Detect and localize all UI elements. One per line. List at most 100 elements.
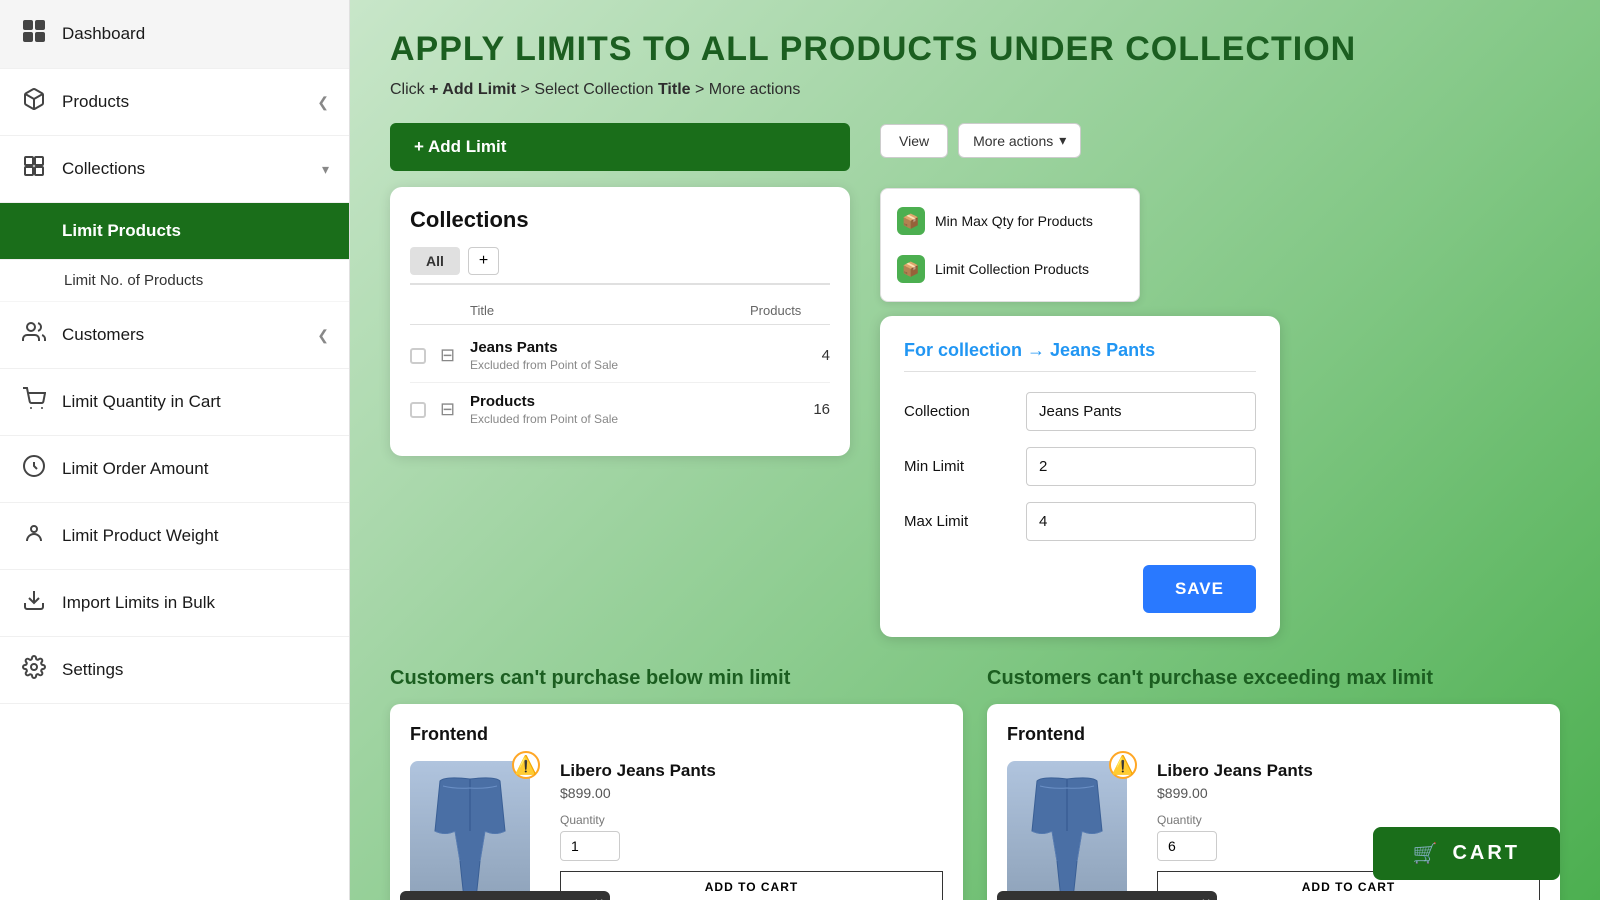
sidebar-item-limit-weight[interactable]: Limit Product Weight [0,503,349,570]
cart-icon: 🛒 [1413,841,1441,866]
tab-all[interactable]: All [410,247,460,275]
sidebar-item-limit-weight-label: Limit Product Weight [62,526,329,546]
sidebar-item-collections-label: Collections [62,159,308,179]
frontend-label-left: Frontend [410,724,943,745]
dropdown-item-2[interactable]: 📦 Limit Collection Products [881,245,1139,293]
col-products: Products [750,303,830,318]
cart-label: CART [1452,842,1520,865]
demo-right-title: Customers can't purchase exceeding max l… [987,667,1560,690]
max-limit-label: Max Limit [904,513,1014,530]
add-limit-button[interactable]: + Add Limit [390,123,850,171]
tooltip-close-left[interactable]: ✕ [594,895,604,900]
row-title-2: Products [470,393,750,410]
qty-label-left: Quantity [560,813,943,827]
form-row-collection: Collection [904,392,1256,431]
collections-icon [20,154,48,184]
sidebar-item-limit-order-label: Limit Order Amount [62,459,329,479]
sidebar-item-collections[interactable]: Collections ▾ [0,136,349,203]
demo-left: Customers can't purchase below min limit… [390,667,963,900]
sidebar-item-import[interactable]: Import Limits in Bulk [0,570,349,637]
min-limit-input[interactable] [1026,447,1256,486]
collections-tabs: All + [410,247,830,285]
row-checkbox-2[interactable] [410,402,426,418]
frontend-label-right: Frontend [1007,724,1540,745]
save-button[interactable]: SAVE [1143,565,1256,613]
min-limit-label: Min Limit [904,458,1014,475]
product-price-left: $899.00 [560,785,943,801]
sidebar-item-limit-products[interactable]: Limit Products [0,203,349,260]
product-info-left: Libero Jeans Pants $899.00 Quantity ADD … [560,761,943,900]
collections-panel: Collections All + Title Products ⊟ Jeans [390,187,850,456]
row-subtitle-1: Excluded from Point of Sale [470,358,750,372]
row-icon-2: ⊟ [440,399,470,420]
sidebar-item-settings[interactable]: Settings [0,637,349,704]
page-title: APPLY LIMITS TO ALL PRODUCTS UNDER COLLE… [390,30,1560,69]
sidebar-item-limit-qty-label: Limit Quantity in Cart [62,392,329,412]
top-row: + Add Limit Collections All + Title Prod… [390,123,1560,637]
qty-label-right: Quantity [1157,813,1540,827]
warning-badge-right: ⚠️ [1109,751,1137,779]
col-title: Title [470,303,750,318]
qty-input-left[interactable] [560,831,620,861]
sidebar-item-products[interactable]: Products ❮ [0,69,349,136]
sidebar-item-settings-label: Settings [62,660,329,680]
add-to-cart-left[interactable]: ADD TO CART [560,871,943,900]
table-row[interactable]: ⊟ Products Excluded from Point of Sale 1… [410,383,830,436]
product-price-right: $899.00 [1157,785,1540,801]
qty-input-right[interactable] [1157,831,1217,861]
limit-weight-icon [20,521,48,551]
tab-add[interactable]: + [468,247,499,275]
tooltip-left: ✕ You need to buy min 2 quantities of Li… [400,891,610,900]
products-chevron: ❮ [317,94,329,111]
customers-icon [20,320,48,350]
main-content: APPLY LIMITS TO ALL PRODUCTS UNDER COLLE… [350,0,1600,900]
product-row-left: ⚠️ ✕ You need to buy min 2 quantities of… [410,761,943,900]
limit-order-icon [20,454,48,484]
row-count-1: 4 [750,347,830,364]
products-icon [20,87,48,117]
table-row[interactable]: ⊟ Jeans Pants Excluded from Point of Sal… [410,329,830,383]
sidebar-item-dashboard-label: Dashboard [62,24,329,44]
sidebar-item-import-label: Import Limits in Bulk [62,593,329,613]
sidebar-item-limit-qty[interactable]: Limit Quantity in Cart [0,369,349,436]
chevron-down-icon: ▾ [1059,132,1066,149]
collections-chevron: ▾ [322,161,329,178]
sidebar-item-limit-products-label: Limit Products [20,221,329,241]
sidebar-item-limit-order[interactable]: Limit Order Amount [0,436,349,503]
more-actions-row: View More actions ▾ [880,123,1280,158]
min-max-icon: 📦 [897,207,925,235]
sidebar-item-products-label: Products [62,92,303,112]
import-icon [20,588,48,618]
sidebar-item-limit-no[interactable]: Limit No. of Products [0,260,349,302]
sidebar-item-limit-no-label: Limit No. of Products [64,272,203,289]
frontend-card-left: Frontend ⚠️ [390,704,963,900]
limit-collection-icon: 📦 [897,255,925,283]
collection-label: Collection [904,403,1014,420]
form-row-max: Max Limit [904,502,1256,541]
sidebar-item-customers-label: Customers [62,325,303,345]
product-name-left: Libero Jeans Pants [560,761,943,781]
table-header: Title Products [410,297,830,325]
demo-left-title: Customers can't purchase below min limit [390,667,963,690]
dropdown-item-1-label: Min Max Qty for Products [935,213,1093,229]
form-panel: For collection → Jeans Pants Collection … [880,316,1280,637]
sidebar-item-dashboard[interactable]: Dashboard [0,0,349,69]
row-checkbox-1[interactable] [410,348,426,364]
cart-bar[interactable]: 🛒 CART [1373,827,1560,880]
row-subtitle-2: Excluded from Point of Sale [470,412,750,426]
tooltip-close-right[interactable]: ✕ [1201,895,1211,900]
view-button[interactable]: View [880,124,948,158]
dropdown-panel: 📦 Min Max Qty for Products 📦 Limit Colle… [880,188,1140,302]
dropdown-item-1[interactable]: 📦 Min Max Qty for Products [881,197,1139,245]
dropdown-item-2-label: Limit Collection Products [935,261,1089,277]
form-row-min: Min Limit [904,447,1256,486]
sidebar-item-customers[interactable]: Customers ❮ [0,302,349,369]
more-actions-button[interactable]: More actions ▾ [958,123,1081,158]
jeans-image-left: ⚠️ [410,761,530,900]
jeans-image-right: ⚠️ [1007,761,1127,900]
row-icon-1: ⊟ [440,345,470,366]
collection-input[interactable] [1026,392,1256,431]
max-limit-input[interactable] [1026,502,1256,541]
arrow-icon: → [1027,340,1050,360]
settings-icon [20,655,48,685]
